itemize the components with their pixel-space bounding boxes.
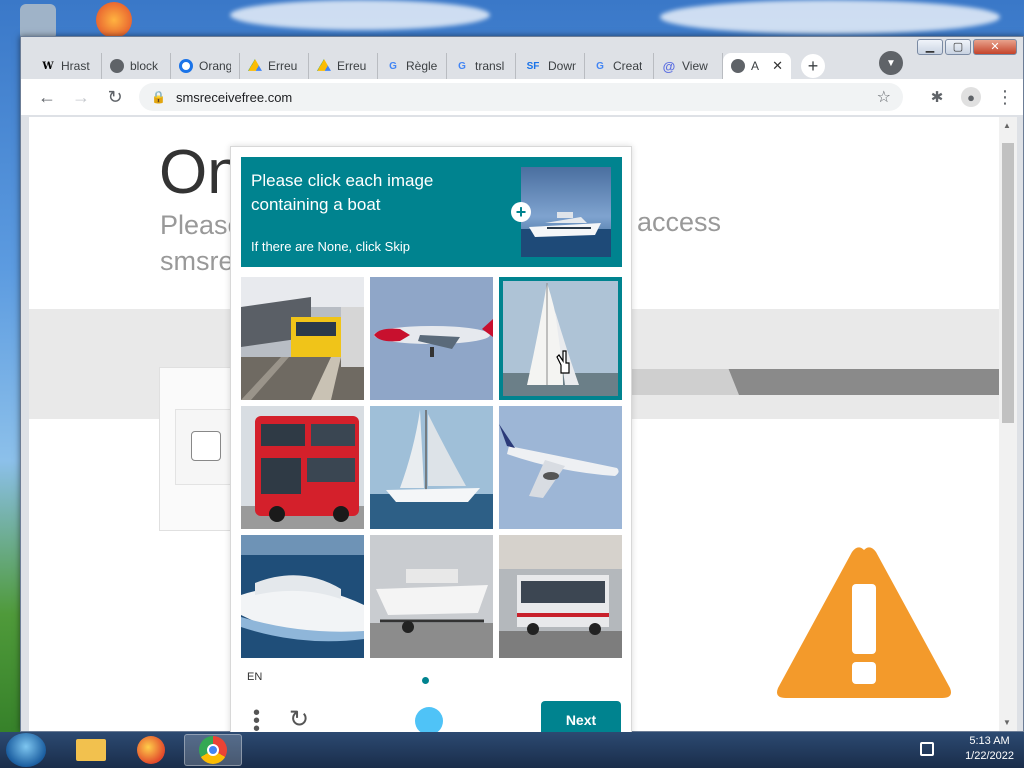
lock-icon[interactable]: 🔒 <box>151 90 166 104</box>
reload-icon[interactable]: ↻ <box>105 87 125 107</box>
recycle-bin-icon[interactable] <box>20 4 56 40</box>
taskbar: 5:13 AM 1/22/2022 <box>0 732 1024 768</box>
challenge-image-city-bus[interactable] <box>499 535 622 658</box>
tab-label: Orang <box>199 59 231 73</box>
warning-icon <box>777 547 951 698</box>
orange-icon <box>179 59 193 73</box>
tab-label: View <box>682 59 708 73</box>
google-drive-icon <box>317 59 331 71</box>
tab-label: Erreu <box>268 59 298 73</box>
tab-erreur-2[interactable]: Erreu <box>309 53 378 79</box>
challenge-image-motorboat[interactable] <box>370 535 493 658</box>
tab-label: A <box>751 59 760 73</box>
close-tab-icon[interactable]: ✕ <box>772 58 783 74</box>
tab-label: Down <box>548 59 576 73</box>
tab-label: Hrast <box>61 59 90 73</box>
expand-sample-icon[interactable]: + <box>511 202 531 222</box>
page-scrollbar[interactable]: ▲ ▼ <box>999 117 1017 731</box>
clock[interactable]: 5:13 AM 1/22/2022 <box>965 734 1014 764</box>
tab-regle[interactable]: G Règle <box>378 53 447 79</box>
globe-icon <box>110 59 124 73</box>
clock-time: 5:13 AM <box>969 735 1010 747</box>
firefox-taskbar-icon[interactable] <box>122 734 180 766</box>
google-icon: G <box>596 60 604 72</box>
extensions-puzzle-icon[interactable]: ✱ <box>927 87 947 107</box>
challenge-image-grid <box>241 277 622 658</box>
explorer-taskbar-icon[interactable] <box>62 734 120 766</box>
hcaptcha-logo-icon <box>415 707 443 735</box>
desktop-cloud <box>230 0 490 30</box>
challenge-image-train[interactable] <box>241 277 364 400</box>
menu-kebab-icon[interactable]: ⋮ <box>995 87 1015 107</box>
url-text[interactable]: smsreceivefree.com <box>176 90 292 105</box>
desktop-cloud <box>660 0 1000 34</box>
start-button[interactable] <box>6 733 46 767</box>
bookmark-star-icon[interactable]: ☆ <box>877 87 891 107</box>
wikipedia-icon: W <box>42 60 54 72</box>
tab-translate[interactable]: G transl <box>447 53 516 79</box>
tab-active[interactable]: A ✕ <box>723 53 791 79</box>
browser-toolbar: ← → ↻ 🔒 smsreceivefree.com ☆ ✱ ● ⋮ <box>21 79 1023 115</box>
challenge-image-yacht-sail[interactable] <box>370 406 493 529</box>
challenge-image-cruise-yacht[interactable] <box>241 535 364 658</box>
scroll-up-icon[interactable]: ▲ <box>1003 121 1011 130</box>
challenge-image-airplane-2[interactable] <box>499 406 622 529</box>
tab-view[interactable]: @ View <box>654 53 723 79</box>
tab-hrast[interactable]: W Hrast <box>33 53 102 79</box>
challenge-skip-hint: If there are None, click Skip <box>251 239 410 254</box>
tab-strip: W Hrast block Orang Erreu Erreu G Règle … <box>21 49 1023 79</box>
challenge-image-sailboat[interactable] <box>499 277 622 400</box>
network-tray-icon[interactable] <box>920 742 934 756</box>
challenge-progress-dot <box>422 677 429 684</box>
tab-label: Erreu <box>337 59 367 73</box>
tab-search-icon[interactable]: ▼ <box>879 51 903 75</box>
captcha-checkbox[interactable] <box>191 431 221 461</box>
tab-create[interactable]: G Creat <box>585 53 654 79</box>
captcha-challenge: Please click each image containing a boa… <box>230 146 632 746</box>
back-arrow-icon[interactable]: ← <box>37 87 57 107</box>
profile-avatar-icon[interactable]: ● <box>961 87 981 107</box>
page-subtitle-line2: smsre <box>160 246 234 276</box>
challenge-sample-image <box>521 167 611 257</box>
firefox-desktop-icon[interactable] <box>96 2 132 38</box>
tab-label: Règle <box>406 59 438 73</box>
chrome-taskbar-icon[interactable] <box>184 734 242 766</box>
challenge-image-airplane[interactable] <box>370 277 493 400</box>
globe-icon <box>731 59 745 73</box>
tab-block[interactable]: block <box>102 53 171 79</box>
challenge-image-bus[interactable] <box>241 406 364 529</box>
sourceforge-icon: SF <box>526 60 540 72</box>
refresh-challenge-icon[interactable]: ↻ <box>289 705 309 734</box>
tab-erreur-1[interactable]: Erreu <box>240 53 309 79</box>
tab-label: block <box>130 59 159 73</box>
at-sign-icon: @ <box>662 58 676 74</box>
challenge-prompt: Please click each image containing a boa… <box>251 171 434 214</box>
scroll-thumb[interactable] <box>1002 143 1014 423</box>
challenge-menu-icon[interactable]: • • • <box>253 703 260 739</box>
challenge-header: Please click each image containing a boa… <box>241 157 622 267</box>
tab-download[interactable]: SF Down <box>516 53 585 79</box>
google-icon: G <box>389 60 397 72</box>
tab-orange[interactable]: Orang <box>171 53 240 79</box>
address-bar[interactable]: 🔒 smsreceivefree.com ☆ <box>139 83 903 111</box>
google-drive-icon <box>248 59 262 71</box>
page-subtitle-right: access <box>637 207 722 237</box>
language-selector[interactable]: EN <box>247 671 262 683</box>
forward-arrow-icon[interactable]: → <box>71 87 91 107</box>
scroll-down-icon[interactable]: ▼ <box>1003 718 1011 727</box>
tab-label: Creat <box>613 59 643 73</box>
tab-label: transl <box>475 59 505 73</box>
new-tab-button[interactable]: + <box>801 54 825 78</box>
google-icon: G <box>458 60 466 72</box>
clock-date: 1/22/2022 <box>965 750 1014 762</box>
